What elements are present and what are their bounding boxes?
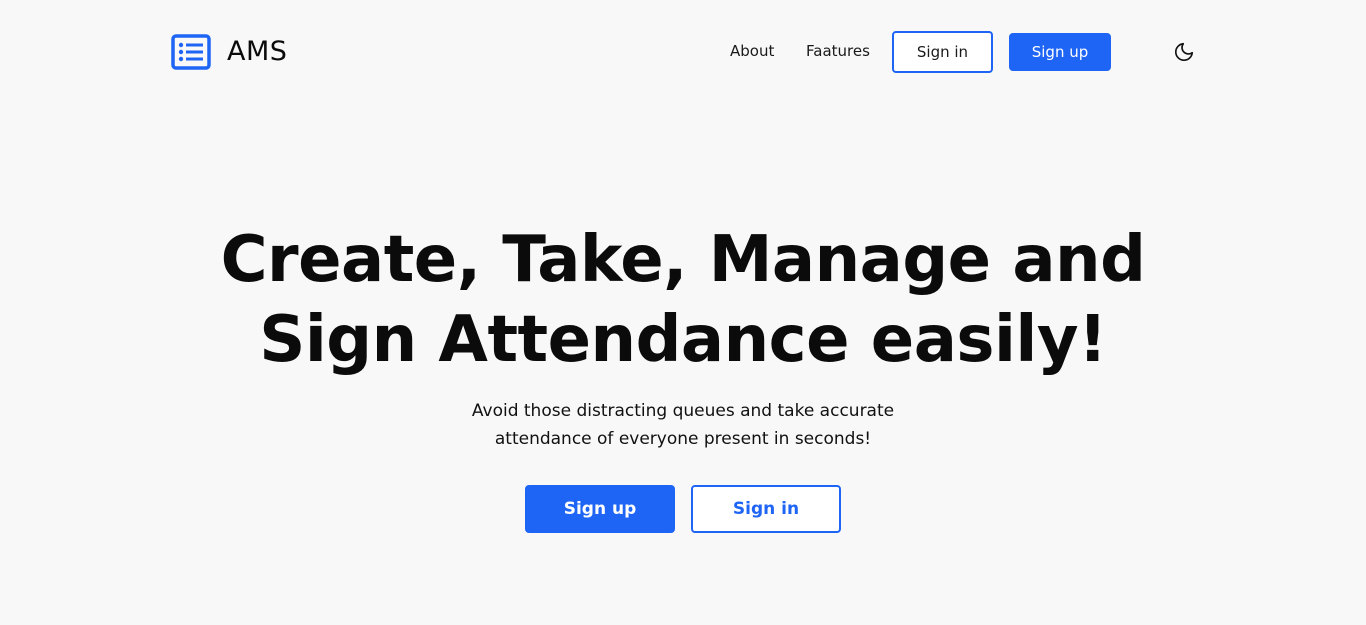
hero-signup-label: Sign up <box>563 499 637 519</box>
hero-subtitle-line-1: Avoid those distracting queues and take … <box>471 401 895 421</box>
brand-logo[interactable]: AMS <box>171 34 287 70</box>
hero-title-line-1: Create, Take, Manage and <box>220 223 1146 297</box>
nav-features-link[interactable]: Faatures <box>806 41 870 61</box>
hero-title-line-2: Sign Attendance easily! <box>259 303 1107 377</box>
hero-signin-button[interactable]: Sign in <box>691 485 841 533</box>
list-icon <box>171 34 211 70</box>
theme-toggle-button[interactable] <box>1171 39 1197 65</box>
hero-subtitle-line-2: attendance of everyone present in second… <box>494 429 872 449</box>
header-signin-button[interactable]: Sign in <box>892 31 993 73</box>
nav-about-link[interactable]: About <box>730 41 774 61</box>
header-signup-label: Sign up <box>1031 43 1089 61</box>
hero-subtitle: Avoid those distracting queues and take … <box>433 397 933 453</box>
hero-signup-button[interactable]: Sign up <box>525 485 675 533</box>
moon-icon <box>1174 42 1194 62</box>
header-signin-label: Sign in <box>916 43 969 61</box>
hero-title: Create, Take, Manage and Sign Attendance… <box>183 220 1183 380</box>
hero-signin-label: Sign in <box>732 499 800 519</box>
header-signup-button[interactable]: Sign up <box>1009 33 1111 71</box>
brand-name: AMS <box>227 36 288 67</box>
